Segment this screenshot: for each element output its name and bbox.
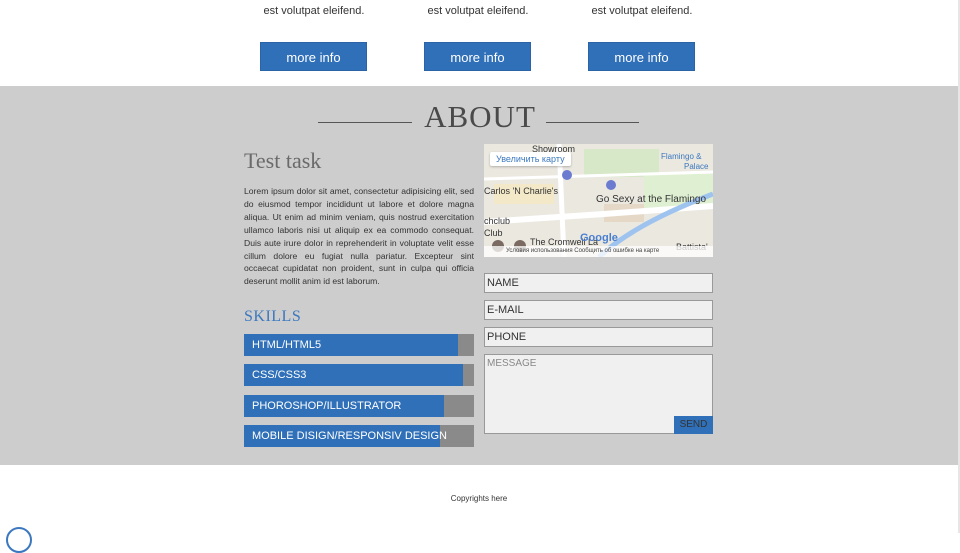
map-label-palace: Palace [684, 162, 709, 171]
map-footer-text[interactable]: Условия использования Сообщить об ошибке… [484, 248, 659, 254]
skill-label: CSS/CSS3 [252, 369, 307, 381]
phone-field[interactable]: PHONE [484, 327, 713, 347]
email-field[interactable]: E-MAIL [484, 300, 713, 320]
skill-label: HTML/HTML5 [252, 339, 322, 351]
skill-bar-mobile: MOBILE DISIGN/RESPONSIV DESIGN [244, 425, 474, 447]
more-info-button-2[interactable]: more info [424, 42, 531, 71]
service-text-1: est volutpat eleifend. [263, 5, 365, 17]
service-text-2: est volutpat eleifend. [427, 5, 529, 17]
map-zoom-button[interactable]: Увеличить карту [490, 152, 571, 166]
more-info-button-1[interactable]: more info [260, 42, 367, 71]
service-text-3: est volutpat eleifend. [591, 5, 693, 17]
task-title: Test task [244, 148, 322, 173]
title-divider-left [318, 122, 412, 123]
skills-title: SKILLS [244, 308, 302, 325]
about-text: Lorem ipsum dolor sit amet, consectetur … [244, 186, 474, 287]
skill-label: PHOROSHOP/ILLUSTRATOR [252, 400, 402, 412]
map-label-club: Club [484, 228, 503, 238]
map-label-flamingo: Flamingo & [661, 152, 702, 161]
send-button[interactable]: SEND [674, 416, 713, 434]
map-label-chclub: chclub [484, 216, 511, 226]
skill-bar-photoshop: PHOROSHOP/ILLUSTRATOR [244, 395, 474, 417]
skill-label: MOBILE DISIGN/RESPONSIV DESIGN [252, 430, 447, 442]
map-label-go-sexy: Go Sexy at the Flamingo [596, 194, 707, 205]
map-label-carlos: Carlos 'N Charlie's [484, 186, 558, 196]
map-label-showroom: Showroom [532, 144, 576, 154]
map-footer[interactable]: Условия использования Сообщить об ошибке… [484, 246, 713, 257]
copyright-text: Copyrights here [450, 494, 508, 503]
google-logo: Google [580, 232, 618, 244]
title-divider-right [546, 122, 639, 123]
more-info-button-3[interactable]: more info [588, 42, 695, 71]
name-field[interactable]: NAME [484, 273, 713, 293]
skill-bar-css: CSS/CSS3 [244, 364, 474, 386]
location-map[interactable]: Увеличить карту Showroom Carlos 'N Charl… [484, 144, 713, 257]
about-section [0, 86, 958, 465]
skill-bar-html: HTML/HTML5 [244, 334, 474, 356]
about-title: ABOUT [424, 99, 536, 134]
scroll-top-icon[interactable] [6, 527, 32, 553]
